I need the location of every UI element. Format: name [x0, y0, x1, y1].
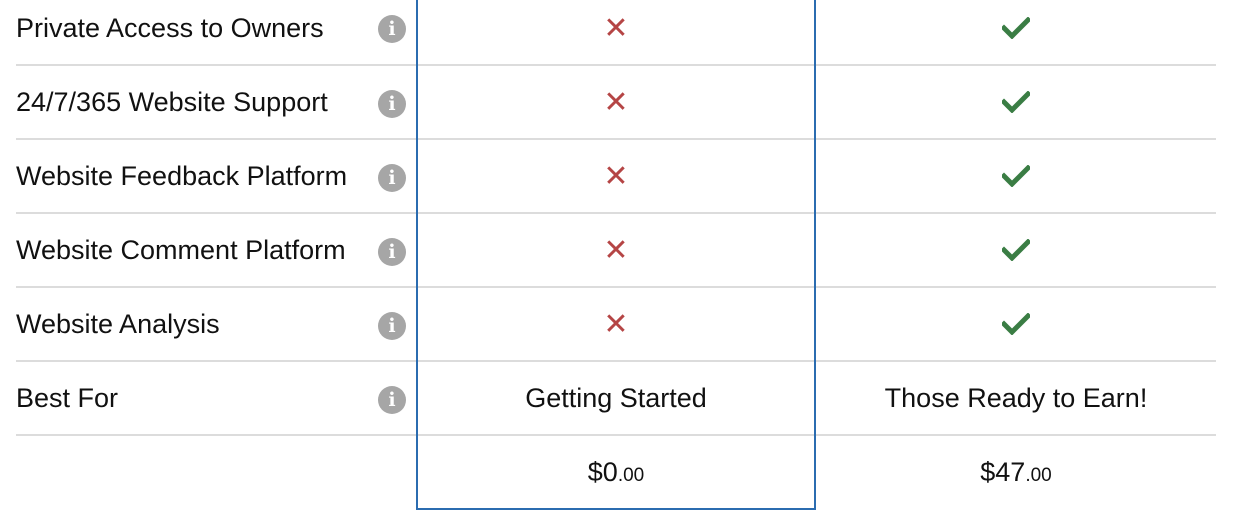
free-plan-cell: ✕ [416, 140, 816, 212]
feature-label: Private Access to Owners [16, 12, 324, 43]
best-for-pro-text: Those Ready to Earn! [884, 382, 1148, 413]
free-plan-cell: ✕ [416, 0, 816, 56]
free-plan-price: $0.00 [588, 457, 644, 488]
comparison-table: Private Access to Owners i ✕ 24/7/365 We… [16, 0, 1216, 516]
info-icon[interactable]: i [378, 90, 406, 118]
pro-plan-cell [816, 140, 1216, 212]
best-for-free-text: Getting Started [525, 382, 707, 413]
feature-label: Website Feedback Platform [16, 160, 348, 191]
info-icon[interactable]: i [378, 386, 406, 414]
price-dollars: $0 [587, 456, 618, 487]
pro-plan-cell [816, 288, 1216, 360]
pro-plan-price-cell: $47.00 [816, 436, 1216, 508]
feature-row: Website Comment Platform i ✕ [16, 214, 1216, 288]
free-plan-cell: ✕ [416, 66, 816, 138]
feature-row: Private Access to Owners i ✕ [16, 0, 1216, 66]
free-plan-cell: ✕ [416, 214, 816, 286]
cross-icon: ✕ [603, 158, 629, 194]
pro-plan-cell [816, 214, 1216, 286]
check-icon [1002, 313, 1030, 335]
best-for-row: Best For i Getting Started Those Ready t… [16, 362, 1216, 436]
feature-label: Website Analysis [16, 308, 220, 339]
feature-label: 24/7/365 Website Support [16, 86, 328, 117]
cross-icon: ✕ [603, 232, 629, 268]
free-plan-price-cell: $0.00 [416, 436, 816, 508]
price-cents: .00 [617, 464, 645, 486]
cross-icon: ✕ [603, 10, 629, 46]
price-row: $0.00 $47.00 [16, 436, 1216, 516]
pro-plan-cell [816, 66, 1216, 138]
pro-plan-cell: Those Ready to Earn! [816, 362, 1216, 434]
check-icon [1002, 239, 1030, 261]
check-icon [1002, 165, 1030, 187]
price-cents: .00 [1025, 464, 1052, 486]
check-icon [1002, 17, 1030, 39]
pro-plan-cell [816, 0, 1216, 56]
feature-label: Best For [16, 382, 119, 413]
info-icon[interactable]: i [378, 312, 406, 340]
pro-plan-price: $47.00 [980, 457, 1051, 488]
feature-row: Website Analysis i ✕ [16, 288, 1216, 362]
info-icon[interactable]: i [378, 164, 406, 192]
free-plan-cell: Getting Started [416, 362, 816, 434]
feature-row: 24/7/365 Website Support i ✕ [16, 66, 1216, 140]
info-icon[interactable]: i [378, 238, 406, 266]
free-plan-cell: ✕ [416, 288, 816, 360]
cross-icon: ✕ [603, 306, 629, 342]
feature-label: Website Comment Platform [16, 234, 346, 265]
check-icon [1002, 91, 1030, 113]
price-dollars: $47 [980, 456, 1026, 487]
feature-row: Website Feedback Platform i ✕ [16, 140, 1216, 214]
cross-icon: ✕ [603, 84, 629, 120]
info-icon[interactable]: i [378, 15, 406, 43]
